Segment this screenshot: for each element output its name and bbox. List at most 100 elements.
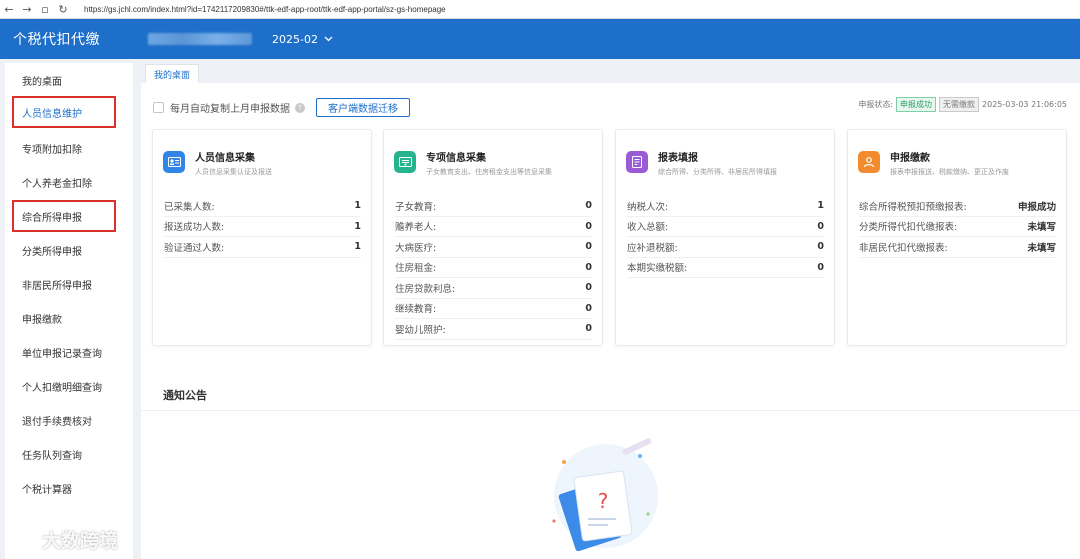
empty-document-question-icon: ? (552, 437, 658, 551)
chevron-down-icon (324, 36, 333, 42)
sidebar-item-classified-income[interactable]: 分类所得申报 (5, 233, 133, 267)
status-timestamp: 2025-03-03 21:06:05 (982, 100, 1067, 109)
sidebar-item-label: 任务队列查询 (22, 450, 82, 462)
sidebar-item-personnel-info[interactable]: 人员信息维护 (12, 96, 116, 128)
sidebar-item-special-deduction[interactable]: 专项附加扣除 (5, 131, 133, 165)
stat-value: 0 (585, 220, 592, 232)
stat-value[interactable]: 未填写 (1027, 240, 1056, 254)
company-name-blurred[interactable] (148, 33, 252, 45)
stat-row: 非居民代扣代缴报表: 未填写 (859, 237, 1056, 258)
stat-row: 应补退税额: 0 (627, 237, 824, 258)
stat-row: 婴幼儿照护: 0 (395, 319, 592, 340)
sidebar-item-label: 个人养老金扣除 (22, 178, 92, 190)
window-icon[interactable]: ▫ (36, 3, 54, 16)
stat-row: 本期实缴税额: 0 (627, 258, 824, 278)
sidebar-item-label: 个人扣缴明细查询 (22, 382, 102, 394)
tab-bar: 我的桌面 (141, 63, 1080, 83)
app-title: 个税代扣代缴 (13, 32, 100, 48)
sidebar-item-pension-deduction[interactable]: 个人养老金扣除 (5, 165, 133, 199)
stat-row: 子女教育: 0 (395, 196, 592, 217)
stat-row: 赡养老人: 0 (395, 217, 592, 237)
sidebar-item-label: 申报缴款 (22, 314, 62, 326)
stat-label: 验证通过人数: (164, 242, 225, 254)
card-report-filing[interactable]: 报表填报 综合所得、分类所得、非居民所得填报 纳税人次: 1 收入总额: 0 应补退… (615, 129, 835, 346)
sidebar-item-label: 我的桌面 (22, 76, 62, 88)
certificate-icon (394, 151, 416, 173)
sidebar: 我的桌面 人员信息维护 专项附加扣除 个人养老金扣除 综合所得申报 分类所得申报… (5, 63, 133, 559)
stat-label: 子女教育: (395, 201, 437, 213)
client-data-migrate-button[interactable]: 客户端数据迁移 (316, 98, 410, 117)
stat-value: 0 (817, 241, 824, 253)
watermark: 大数跨境 (6, 526, 118, 553)
stat-value[interactable]: 未填写 (1027, 219, 1056, 233)
auto-copy-checkbox[interactable] (153, 102, 164, 113)
declare-status: 申报状态: 申报成功 无需缴款 2025-03-03 21:06:05 (858, 97, 1067, 112)
browser-bar: ← → ▫ ↻ https://gs.jchl.com/index.html?i… (0, 0, 1080, 19)
stat-row: 住房贷款利息: 0 (395, 278, 592, 299)
help-icon[interactable]: ? (295, 102, 305, 113)
sidebar-item-declare-pay[interactable]: 申报缴款 (5, 301, 133, 335)
card-subtitle: 报表申报报送、税款缴纳、更正及作废 (890, 168, 1009, 176)
reload-icon[interactable]: ↻ (54, 3, 72, 16)
sidebar-item-label: 非居民所得申报 (22, 280, 92, 292)
sidebar-item-label: 专项附加扣除 (22, 144, 82, 156)
period-value: 2025-02 (272, 32, 318, 46)
sidebar-item-my-desktop[interactable]: 我的桌面 (5, 63, 133, 97)
sidebar-item-tax-calculator[interactable]: 个税计算器 (5, 471, 133, 505)
tab-my-desktop[interactable]: 我的桌面 (145, 64, 200, 83)
card-subtitle: 综合所得、分类所得、非居民所得填报 (658, 168, 777, 176)
address-bar[interactable]: https://gs.jchl.com/index.html?id=174211… (84, 5, 446, 14)
stat-value: 0 (585, 282, 592, 294)
back-icon[interactable]: ← (0, 3, 18, 16)
stat-label: 住房贷款利息: (395, 283, 456, 295)
watermark-text: 大数跨境 (42, 530, 119, 552)
stat-value: 0 (585, 261, 592, 273)
stat-row: 纳税人次: 1 (627, 196, 824, 217)
card-special-collection[interactable]: 专项信息采集 子女教育支出、住房租金支出等信息采集 子女教育: 0 赡养老人: 0 … (383, 129, 603, 346)
sidebar-item-label: 单位申报记录查询 (22, 348, 102, 360)
card-subtitle: 子女教育支出、住房租金支出等信息采集 (426, 168, 552, 176)
sidebar-item-label: 综合所得申报 (22, 212, 82, 224)
card-declare-payment[interactable]: 申报缴款 报表申报报送、税款缴纳、更正及作废 综合所得税预扣预缴报表: 申报成功 … (847, 129, 1067, 346)
sidebar-item-label: 分类所得申报 (22, 246, 82, 258)
sidebar-item-comprehensive-income[interactable]: 综合所得申报 (12, 200, 116, 232)
stat-row: 继续教育: 0 (395, 299, 592, 319)
sidebar-item-refund-fee[interactable]: 退付手续费核对 (5, 403, 133, 437)
stat-value: 0 (585, 302, 592, 314)
card-personnel-collection[interactable]: 人员信息采集 人员信息采集认证及报送 已采集人数: 1 报送成功人数: 1 验证通过… (152, 129, 372, 346)
sidebar-item-unit-records[interactable]: 单位申报记录查询 (5, 335, 133, 369)
stat-value: 0 (817, 220, 824, 232)
stat-label: 应补退税额: (627, 242, 678, 254)
stat-label: 纳税人次: (627, 201, 669, 213)
stat-row: 综合所得税预扣预缴报表: 申报成功 (859, 196, 1056, 217)
id-card-icon (163, 151, 185, 173)
sidebar-item-label: 个税计算器 (22, 484, 72, 496)
stat-row: 收入总额: 0 (627, 217, 824, 237)
stat-label: 分类所得代扣代缴报表: (859, 222, 958, 234)
stat-value: 1 (817, 200, 824, 212)
app-header: 个税代扣代缴 2025-02 (0, 19, 1080, 59)
period-selector[interactable]: 2025-02 (272, 33, 333, 46)
stat-label: 本期实缴税额: (627, 263, 688, 275)
forward-icon[interactable]: → (18, 3, 36, 16)
stat-value[interactable]: 申报成功 (1018, 199, 1056, 213)
stat-row: 报送成功人数: 1 (164, 217, 361, 237)
stat-value: 0 (817, 261, 824, 273)
stat-label: 非居民代扣代缴报表: (859, 242, 948, 254)
stat-row: 大病医疗: 0 (395, 237, 592, 258)
sidebar-item-personal-details[interactable]: 个人扣缴明细查询 (5, 369, 133, 403)
stat-row: 已采集人数: 1 (164, 196, 361, 217)
stat-label: 已采集人数: (164, 201, 215, 213)
stat-label: 婴幼儿照护: (395, 324, 446, 336)
stat-label: 综合所得税预扣预缴报表: (859, 201, 967, 213)
sidebar-item-task-queue[interactable]: 任务队列查询 (5, 437, 133, 471)
divider (141, 410, 1080, 411)
stat-value: 0 (585, 241, 592, 253)
sidebar-item-nonresident-income[interactable]: 非居民所得申报 (5, 267, 133, 301)
notice-panel: 通知公告 ? (141, 374, 1080, 559)
status-badge-success: 申报成功 (896, 97, 937, 112)
auto-copy-row: 每月自动复制上月申报数据 ? 客户端数据迁移 (153, 98, 410, 117)
card-title: 人员信息采集 (195, 153, 255, 164)
card-title: 报表填报 (658, 153, 698, 164)
sidebar-item-label: 退付手续费核对 (22, 416, 92, 428)
